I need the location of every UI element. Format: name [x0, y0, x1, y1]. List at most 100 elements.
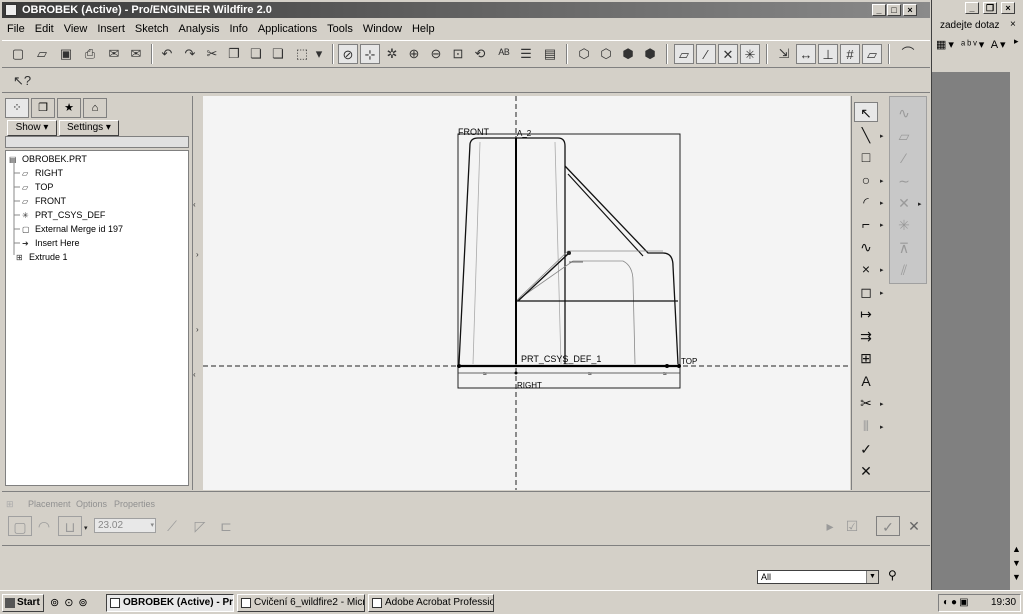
- trim-tool-icon[interactable]: ✂: [854, 393, 878, 413]
- rectangle-tool-icon[interactable]: □: [854, 147, 878, 167]
- start-button[interactable]: Start: [2, 594, 44, 612]
- surface-extrude-icon[interactable]: ◠: [32, 516, 56, 536]
- view-manager-icon[interactable]: ▤: [540, 44, 560, 64]
- print-icon[interactable]: ⎙: [80, 44, 100, 64]
- zoom-in-icon[interactable]: ⊕: [404, 44, 424, 64]
- smart-select-icon[interactable]: ⚲: [888, 568, 897, 582]
- remove-material-icon[interactable]: ◸: [188, 516, 212, 536]
- selection-filter[interactable]: All ▼: [757, 570, 879, 584]
- flip-direction-icon[interactable]: ⟋: [160, 516, 184, 536]
- flyout-arrow-icon[interactable]: ▸: [880, 266, 884, 274]
- pattern-tool-icon[interactable]: ⫽: [892, 260, 916, 280]
- flyout-arrow-icon[interactable]: ▸: [880, 400, 884, 408]
- menu-insert[interactable]: Insert: [92, 20, 130, 35]
- vertex-display-icon[interactable]: ▱: [862, 44, 882, 64]
- email-icon[interactable]: ✉: [104, 44, 124, 64]
- datum-curve-tool-icon[interactable]: ∼: [892, 171, 916, 191]
- task-acrobat[interactable]: Adobe Acrobat Professio...: [368, 594, 494, 612]
- coordinate-systems-icon[interactable]: ✳: [740, 44, 760, 64]
- menu-tools[interactable]: Tools: [322, 20, 358, 35]
- done-check-icon[interactable]: ✓: [854, 439, 878, 459]
- task-word[interactable]: Cvičení 6_wildfire2 - Micr...: [237, 594, 365, 612]
- tab-properties[interactable]: Properties: [114, 499, 155, 509]
- zoom-out-icon[interactable]: ⊖: [426, 44, 446, 64]
- tab-favorites[interactable]: ★: [57, 98, 81, 118]
- grid-display-icon[interactable]: #: [840, 44, 860, 64]
- whats-this-help-icon[interactable]: ↖?: [12, 71, 32, 91]
- preview-icon[interactable]: ☑: [840, 516, 864, 536]
- menu-info[interactable]: Info: [224, 20, 252, 35]
- spin-center-icon[interactable]: ⊹: [360, 44, 380, 64]
- settings-dropdown[interactable]: Settings ▾: [59, 120, 119, 136]
- flyout-arrow-icon[interactable]: ▸: [880, 289, 884, 297]
- ask-question-box[interactable]: zadejte dotaz: [940, 20, 1000, 31]
- spline-tool-icon[interactable]: ∿: [854, 237, 878, 257]
- datum-point-tool-icon[interactable]: ✕: [892, 193, 916, 213]
- sketch-orientation-icon[interactable]: ⇲: [774, 44, 794, 64]
- constraint-display-icon[interactable]: ⊥: [818, 44, 838, 64]
- dimension-tool-icon[interactable]: ↦: [854, 304, 878, 324]
- expand-right-icon[interactable]: ›: [196, 325, 203, 334]
- datum-axis-tool-icon[interactable]: ⁄: [892, 148, 916, 168]
- save-icon[interactable]: ▣: [56, 44, 76, 64]
- quit-x-icon[interactable]: ✕: [854, 461, 878, 481]
- flyout-arrow-icon[interactable]: ▸: [880, 423, 884, 431]
- selection-box-icon[interactable]: ⬚: [292, 44, 312, 64]
- tray-icons[interactable]: ◐●▣: [943, 595, 971, 611]
- datum-points-icon[interactable]: ✕: [718, 44, 738, 64]
- scroll-up-icon[interactable]: ▲: [1012, 544, 1021, 554]
- tab-connections[interactable]: ⌂: [83, 98, 107, 118]
- datum-csys-tool-icon[interactable]: ✳: [892, 215, 916, 235]
- collapse-left-icon[interactable]: ‹: [193, 370, 200, 379]
- apply-check-icon[interactable]: ✓: [876, 516, 900, 536]
- cancel-x-icon[interactable]: ✕: [902, 516, 926, 536]
- mirror-tool-icon[interactable]: ⫴: [854, 416, 878, 436]
- sketch-vertex[interactable]: [514, 371, 518, 375]
- analysis-tool-icon[interactable]: ⊼: [892, 238, 916, 258]
- open-icon[interactable]: ▱: [32, 44, 52, 64]
- dimension-display-icon[interactable]: ↔: [796, 44, 816, 64]
- filter-dropdown-icon[interactable]: ▼: [866, 571, 878, 583]
- graphics-window[interactable]: ≈ ≈ ≈ = FRONT A_2 PRT_CSYS_DEF_1 TOP RIG…: [203, 96, 850, 490]
- modify-tool-icon[interactable]: ⇉: [854, 326, 878, 346]
- paste-special-icon[interactable]: ❏: [268, 44, 288, 64]
- tab-options[interactable]: Options: [76, 499, 107, 509]
- redo-icon[interactable]: ↷: [180, 44, 200, 64]
- depth-value-field[interactable]: 23.02 ▾: [94, 518, 156, 533]
- constraint-tool-icon[interactable]: ⊞: [854, 348, 878, 368]
- fillet-tool-icon[interactable]: ⌐: [854, 214, 878, 234]
- wireframe-icon[interactable]: ⬡: [574, 44, 594, 64]
- sketch-drawing[interactable]: ≈ ≈ ≈ = FRONT A_2 PRT_CSYS_DEF_1 TOP RIG…: [203, 96, 850, 490]
- flyout-arrow-icon[interactable]: ▸: [880, 221, 884, 229]
- saved-views-icon[interactable]: ᴬᴮ: [494, 44, 514, 64]
- close-button[interactable]: ×: [903, 4, 917, 16]
- quick-launch-icons[interactable]: ⊚⊙⊚: [50, 596, 93, 609]
- flyout-arrow-icon[interactable]: ▸: [880, 199, 884, 207]
- refit-icon[interactable]: ⊡: [448, 44, 468, 64]
- sketch-vertex[interactable]: [567, 251, 571, 255]
- depth-value-dropdown-icon[interactable]: ▾: [150, 519, 154, 532]
- sketch-vertex[interactable]: [665, 364, 669, 368]
- menu-edit[interactable]: Edit: [30, 20, 59, 35]
- pause-icon[interactable]: ▸: [818, 516, 842, 536]
- arc-tool-icon[interactable]: ◜: [854, 192, 878, 212]
- bg-close-button[interactable]: ×: [1001, 2, 1015, 14]
- new-icon[interactable]: ▢: [8, 44, 28, 64]
- menu-applications[interactable]: Applications: [253, 20, 322, 35]
- regenerate-icon[interactable]: ⊘: [338, 44, 358, 64]
- email-link-icon[interactable]: ✉: [126, 44, 146, 64]
- flyout-arrow-icon[interactable]: ▸: [880, 177, 884, 185]
- selection-dropdown-icon[interactable]: ▾: [314, 44, 324, 64]
- menu-window[interactable]: Window: [358, 20, 407, 35]
- datum-axes-icon[interactable]: ⁄: [696, 44, 716, 64]
- toolbar-overflow-icon[interactable]: ▸: [1014, 36, 1022, 52]
- line-tool-icon[interactable]: ╲: [854, 125, 878, 145]
- menu-file[interactable]: File: [2, 20, 30, 35]
- format-toolbar[interactable]: ▦▾ ᵃᵇᵛ▾ A▾: [936, 38, 1008, 51]
- thicken-icon[interactable]: ⊏: [214, 516, 238, 536]
- tab-folder-browser[interactable]: ❐: [31, 98, 55, 118]
- datum-plane-tool-icon[interactable]: ▱: [892, 126, 916, 146]
- text-tool-icon[interactable]: A: [854, 371, 878, 391]
- sketch-datum-icon[interactable]: ∿: [892, 103, 916, 123]
- depth-dropdown-icon[interactable]: ▾: [84, 524, 88, 532]
